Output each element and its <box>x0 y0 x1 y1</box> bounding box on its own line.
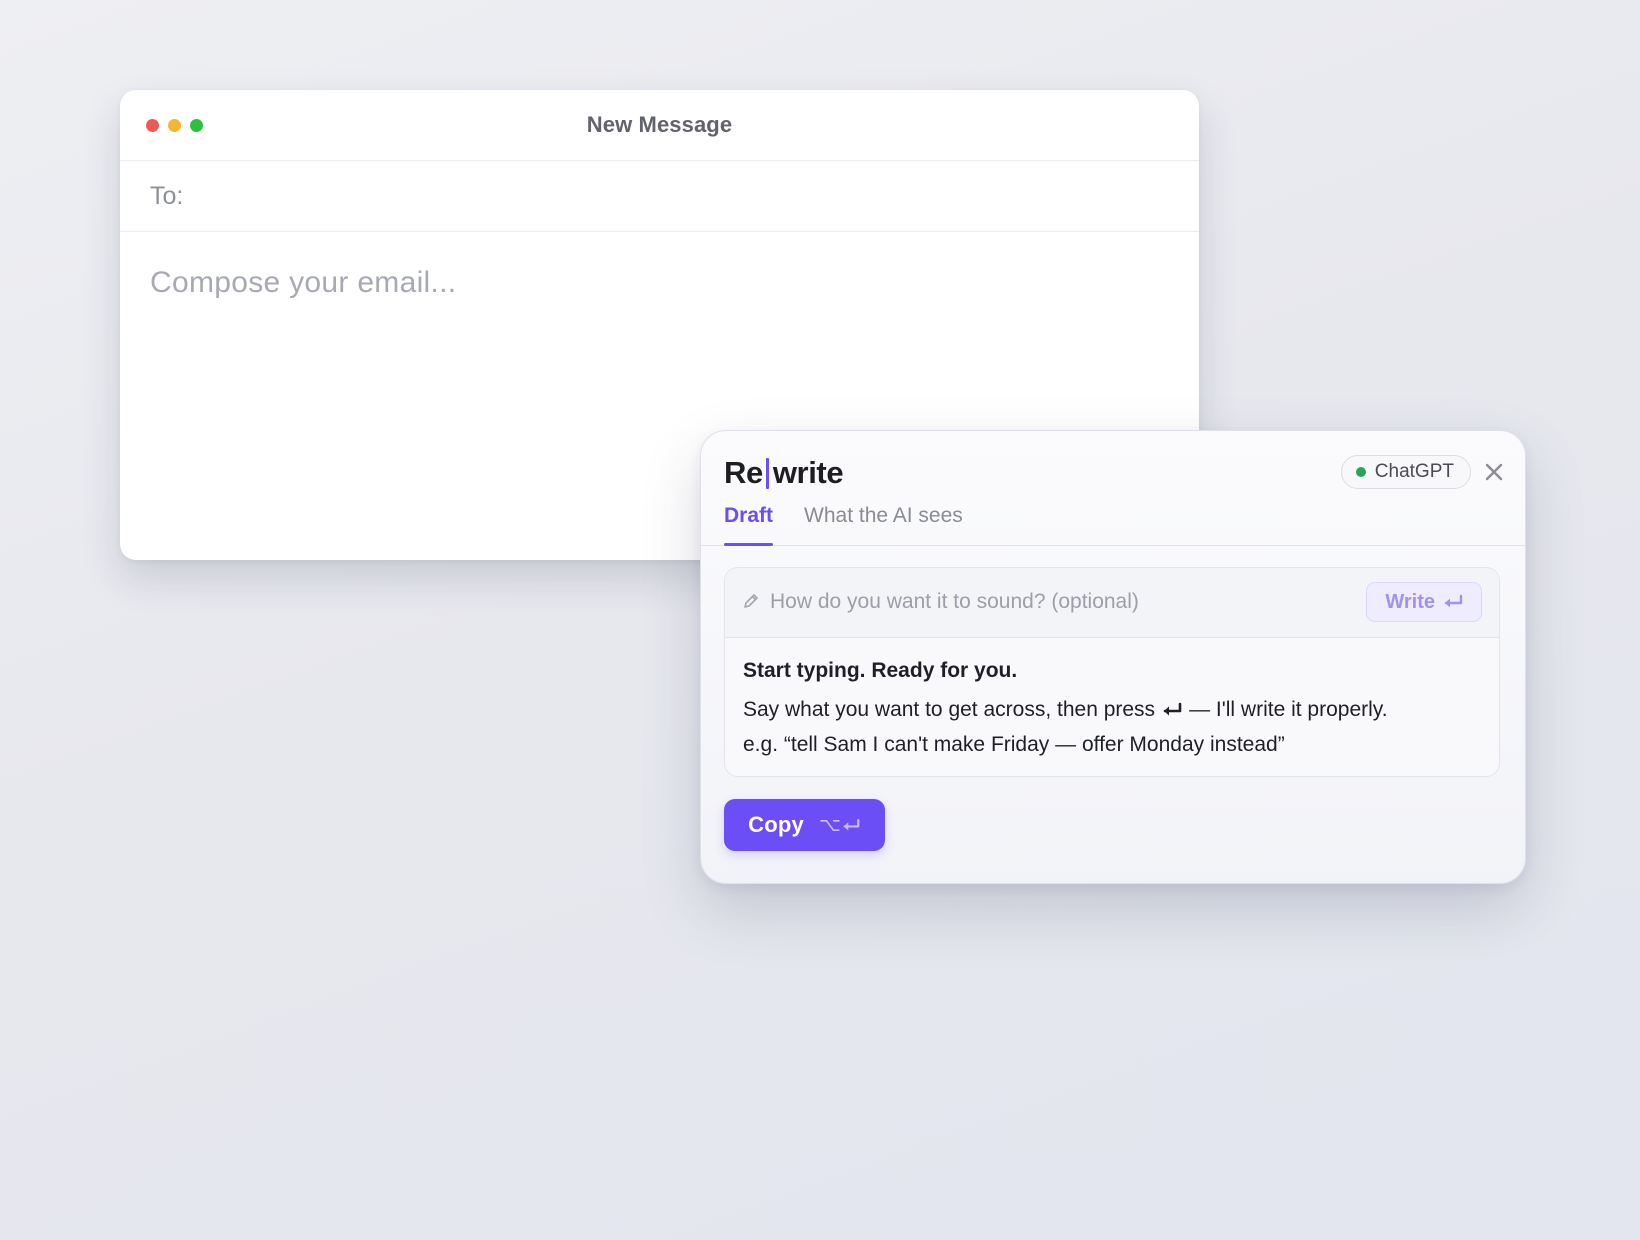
to-field[interactable]: To: <box>120 161 1199 232</box>
copy-button-label: Copy <box>748 812 804 837</box>
email-body-field[interactable]: Compose your email... <box>120 232 1199 334</box>
return-key-icon <box>843 818 860 830</box>
hint-instruction-before: Say what you want to get across, then pr… <box>743 698 1156 721</box>
tab-draft[interactable]: Draft <box>724 504 774 546</box>
hint-text-area[interactable]: Start typing. Ready for you. Say what yo… <box>725 638 1499 762</box>
pencil-icon <box>744 594 758 608</box>
zoom-window-button[interactable] <box>190 119 203 132</box>
to-label: To: <box>150 181 184 210</box>
tone-row: Write <box>725 568 1499 638</box>
tab-what-the-ai-sees[interactable]: What the AI sees <box>804 504 963 545</box>
brand-suffix: write <box>772 455 844 490</box>
return-key-icon <box>1444 594 1463 608</box>
draft-editor: Write Start typing. Ready for you. Say w… <box>724 567 1500 777</box>
copy-button[interactable]: Copy ⌥ <box>724 799 885 851</box>
copy-shortcut: ⌥ <box>819 814 861 837</box>
window-title: New Message <box>586 112 733 137</box>
mail-titlebar: New Message <box>120 90 1199 161</box>
write-button-label: Write <box>1385 590 1435 613</box>
tone-input[interactable] <box>770 586 1360 618</box>
close-icon <box>1485 463 1503 481</box>
hint-example: e.g. “tell Sam I can't make Friday — off… <box>743 733 1285 756</box>
email-body-placeholder: Compose your email... <box>150 266 457 299</box>
hint-instruction-after: — I'll write it properly. <box>1189 698 1388 721</box>
model-name: ChatGPT <box>1374 461 1454 482</box>
brand-prefix: Re <box>724 455 763 490</box>
return-key-icon <box>1161 702 1183 718</box>
close-panel-button[interactable] <box>1483 461 1505 483</box>
model-badge[interactable]: ChatGPT <box>1340 455 1471 489</box>
status-dot-icon <box>1355 467 1366 477</box>
option-key-icon: ⌥ <box>818 814 841 836</box>
hint-title: Start typing. Ready for you. <box>743 659 1018 682</box>
rewrite-panel: Rewrite ChatGPT Draft What the AI sees W… <box>700 430 1526 884</box>
close-window-button[interactable] <box>146 119 159 132</box>
tab-bar: Draft What the AI sees <box>724 504 963 546</box>
hint-instruction: Say what you want to get across, then pr… <box>743 692 1481 727</box>
panel-header: Re write ChatGPT Draft What the AI sees <box>701 431 1525 546</box>
text-cursor-icon <box>765 457 769 489</box>
brand-logo: Re write <box>724 455 844 491</box>
write-button[interactable]: Write <box>1366 582 1482 622</box>
minimize-window-button[interactable] <box>168 119 181 132</box>
window-controls <box>146 119 203 132</box>
